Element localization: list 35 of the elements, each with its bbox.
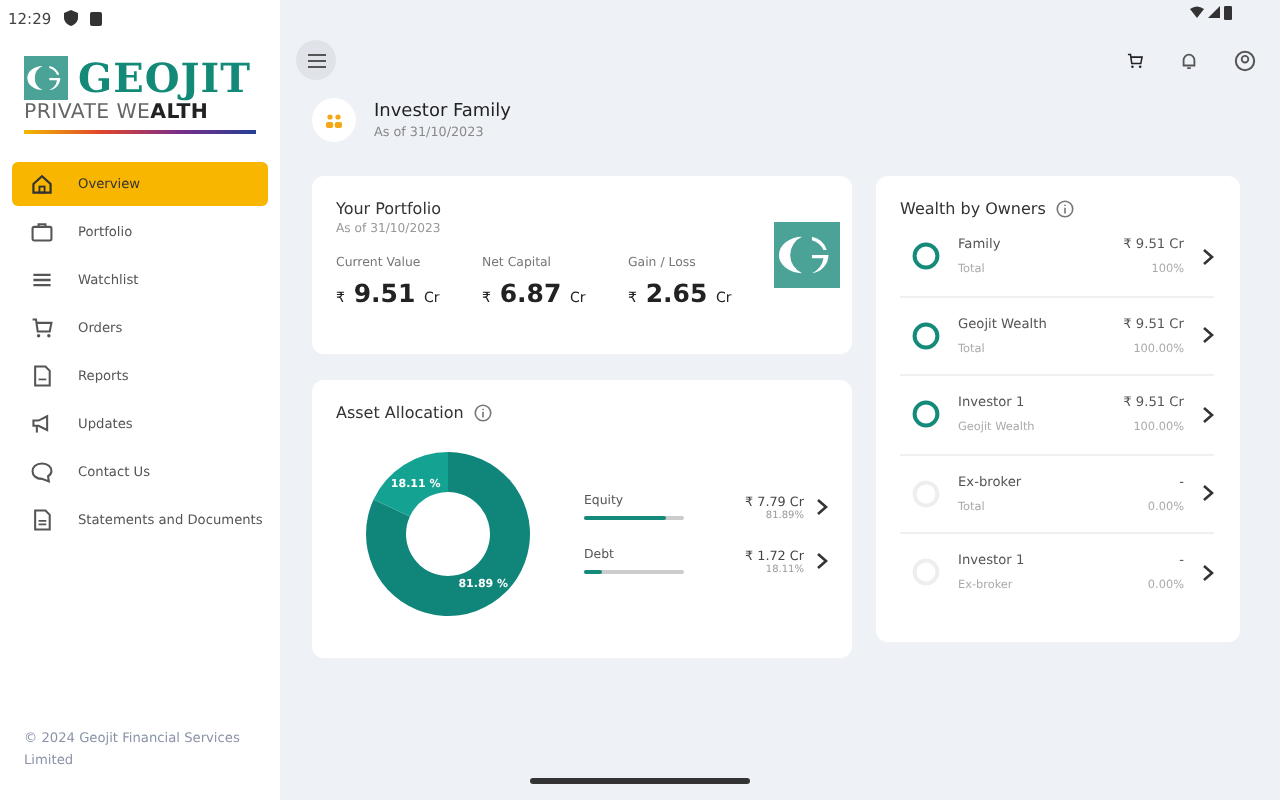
- chevron-right-icon[interactable]: [1202, 563, 1214, 582]
- group-icon: [326, 113, 342, 127]
- briefcase-icon: [30, 220, 54, 244]
- document-icon: [30, 364, 54, 388]
- info-icon[interactable]: [1055, 200, 1074, 218]
- brand-tagline: PRIVATE WEALTH: [24, 102, 211, 124]
- notification-bell-icon[interactable]: [1180, 51, 1198, 69]
- megaphone-icon: [30, 412, 54, 436]
- chevron-right-icon[interactable]: [1202, 326, 1214, 345]
- card-title: Wealth by Owners: [900, 200, 1046, 218]
- chevron-right-icon[interactable]: [1202, 484, 1214, 503]
- wifi-icon: [1190, 6, 1204, 18]
- chevron-right-icon[interactable]: [816, 498, 828, 516]
- cart-icon[interactable]: [1126, 51, 1144, 69]
- menu-button[interactable]: [296, 40, 336, 80]
- file-icon: [30, 508, 54, 532]
- battery-icon: [1224, 6, 1232, 20]
- chevron-right-icon[interactable]: [816, 552, 828, 570]
- card-title: Your Portfolio: [336, 200, 444, 218]
- investor-name: Investor Family: [374, 101, 511, 121]
- brand-name: GEOJIT: [78, 56, 251, 100]
- chat-icon: [30, 460, 54, 484]
- account-icon[interactable]: [1234, 49, 1256, 71]
- logo-icon: [24, 56, 68, 100]
- menu-icon: [307, 53, 325, 67]
- home-icon: [30, 172, 54, 196]
- list-icon: [30, 268, 54, 292]
- chevron-right-icon[interactable]: [1202, 247, 1214, 266]
- chevron-right-icon[interactable]: [1202, 405, 1214, 424]
- card-title: Asset Allocation: [336, 404, 464, 422]
- info-icon[interactable]: [473, 404, 492, 422]
- shield-icon: [63, 10, 78, 26]
- cart-icon: [30, 316, 54, 340]
- signal-icon: [1208, 6, 1220, 18]
- sim-card-icon: [89, 11, 102, 25]
